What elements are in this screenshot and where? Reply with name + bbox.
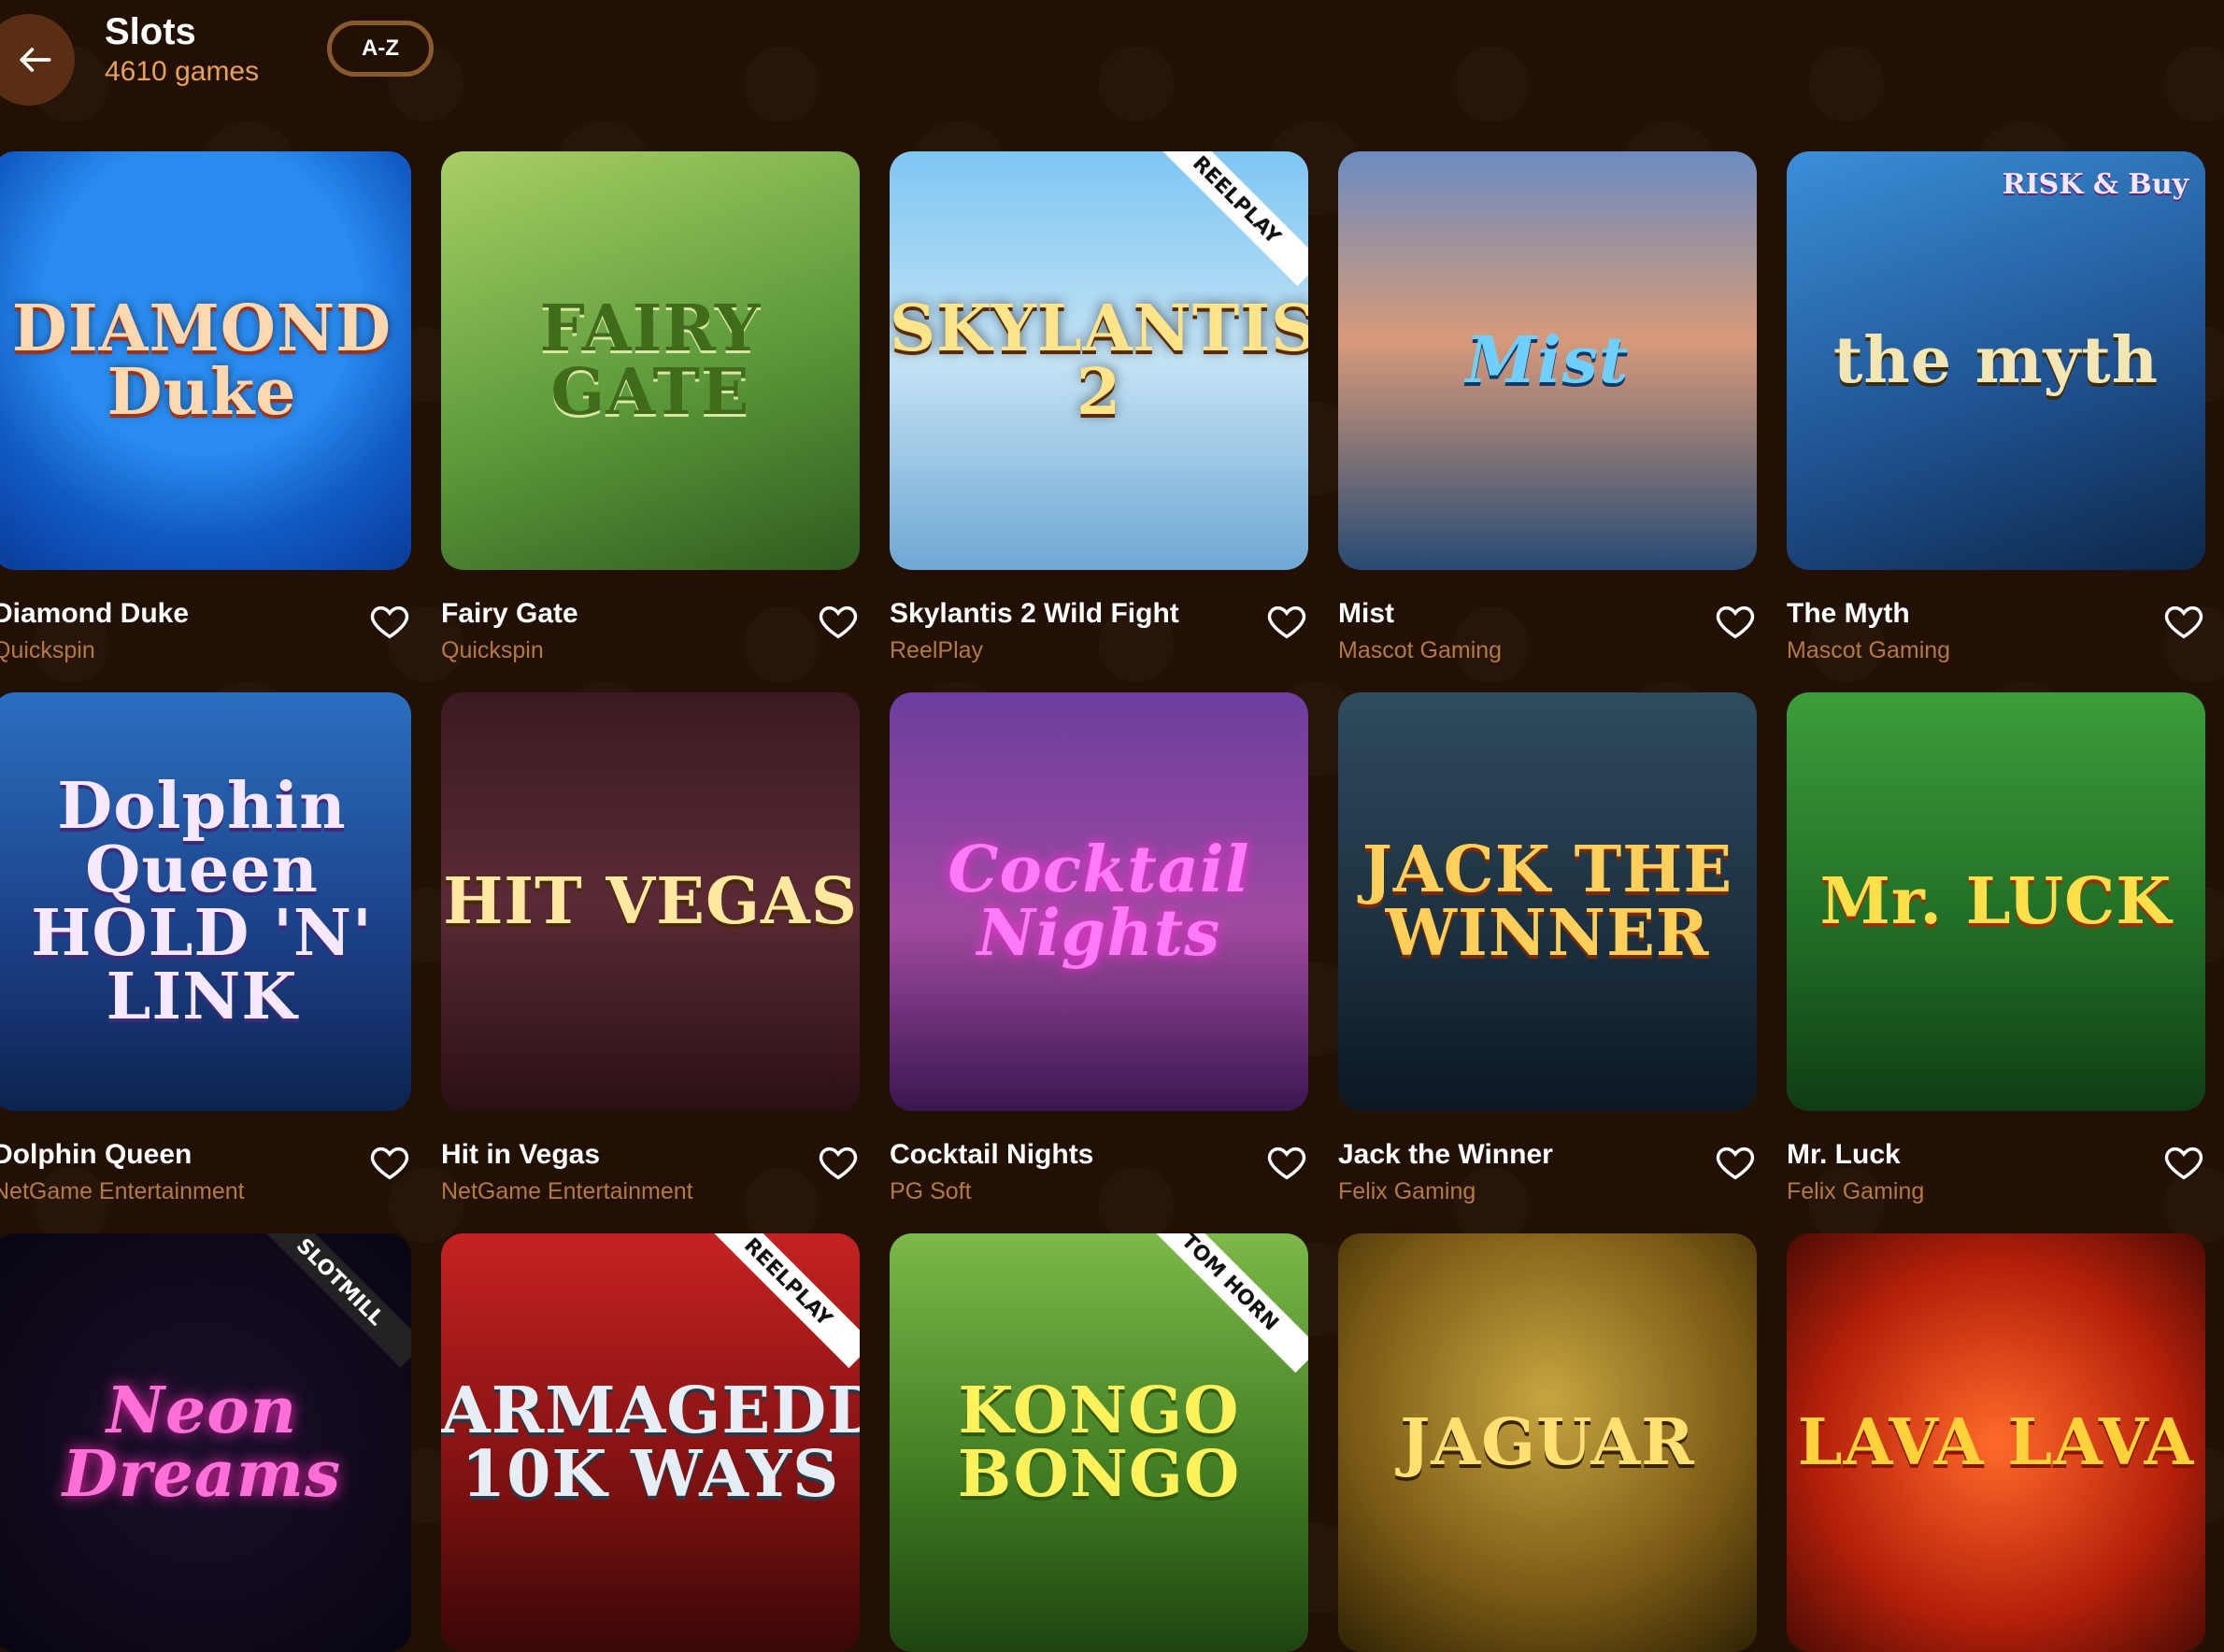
game-art-title: the myth [1832,323,2160,398]
game-thumbnail[interactable]: Neon Dreams SLOTMILL [0,1233,411,1652]
game-art-title: Dolphin Queen HOLD 'N' LINK [31,769,373,1034]
game-art-title: DIAMOND Duke [11,292,392,430]
game-art-title: Mr. LUCK [1819,864,2173,939]
heart-icon [2164,1146,2203,1180]
game-name[interactable]: Diamond Duke [0,598,189,630]
game-art-title: JACK THE WINNER [1361,833,1733,971]
game-provider: Quickspin [0,637,95,663]
favorite-button[interactable] [2162,600,2205,643]
game-provider: ReelPlay [890,637,984,663]
favorite-button[interactable] [2162,1141,2205,1184]
game-thumbnail[interactable]: HIT VEGAS [441,692,860,1111]
game-art-title: JAGUAR [1400,1405,1695,1480]
game-provider: Felix Gaming [1787,1178,1925,1204]
game-name[interactable]: Cocktail Nights [890,1139,1093,1171]
game-name[interactable]: Fairy Gate [441,598,578,630]
favorite-button[interactable] [1714,1141,1757,1184]
game-name[interactable]: Jack the Winner [1338,1139,1553,1171]
game-provider: Mascot Gaming [1338,637,1503,663]
game-thumbnail[interactable]: Cocktail Nights [890,692,1308,1111]
game-thumbnail[interactable]: KONGO BONGO TOM HORN [890,1233,1308,1652]
favorite-button[interactable] [368,1141,411,1184]
provider-badge: REELPLAY [1150,151,1308,287]
game-thumbnail[interactable]: JACK THE WINNER [1338,692,1757,1111]
heart-icon [1716,605,1755,639]
favorite-button[interactable] [817,1141,860,1184]
heart-icon [370,605,409,639]
game-thumbnail[interactable]: FAIRY GATE [441,151,860,570]
game-art-title: ARMAGEDDON 10K WAYS [441,1374,860,1512]
game-art-title: SKYLANTIS 2 [890,292,1308,430]
game-count: 4610 games [105,56,260,87]
game-name[interactable]: Mist [1338,598,1394,630]
game-art-title: LAVA LAVA [1797,1405,2195,1480]
heart-icon [370,1146,409,1180]
provider-badge: TOM HORN [1139,1233,1308,1373]
game-art-title: Neon Dreams [62,1374,342,1512]
game-art-title: KONGO BONGO [957,1374,1241,1512]
sort-az-button[interactable]: A-Z [327,21,434,77]
game-provider: PG Soft [890,1178,972,1204]
favorite-button[interactable] [1265,1141,1308,1184]
heart-icon [2164,605,2203,639]
game-provider: Mascot Gaming [1787,637,1951,663]
game-thumbnail[interactable]: Mist [1338,151,1757,570]
game-name[interactable]: Dolphin Queen [0,1139,192,1171]
favorite-button[interactable] [1714,600,1757,643]
provider-badge: SLOTMILL [254,1233,411,1368]
game-thumbnail[interactable]: SKYLANTIS 2 REELPLAY [890,151,1308,570]
heart-icon [819,605,858,639]
favorite-button[interactable] [817,600,860,643]
game-provider: NetGame Entertainment [0,1178,245,1204]
game-name[interactable]: Hit in Vegas [441,1139,600,1171]
game-art-title: HIT VEGAS [443,864,858,939]
game-name[interactable]: Skylantis 2 Wild Fight [890,598,1179,630]
game-thumbnail[interactable]: Dolphin Queen HOLD 'N' LINK [0,692,411,1111]
game-provider: Felix Gaming [1338,1178,1476,1204]
game-thumbnail[interactable]: DIAMOND Duke [0,151,411,570]
game-provider: NetGame Entertainment [441,1178,693,1204]
game-provider: Quickspin [441,637,544,663]
game-thumbnail[interactable]: ARMAGEDDON 10K WAYS REELPLAY [441,1233,860,1652]
risk-buy-badge: RISK & Buy [2002,168,2188,201]
game-art-title: FAIRY GATE [539,292,762,430]
heart-icon [1267,605,1306,639]
game-thumbnail[interactable]: JAGUAR [1338,1233,1757,1652]
favorite-button[interactable] [368,600,411,643]
page-title: Slots [105,11,196,52]
game-name[interactable]: The Myth [1787,598,1910,630]
heart-icon [1267,1146,1306,1180]
game-thumbnail[interactable]: LAVA LAVA [1787,1233,2205,1652]
game-thumbnail[interactable]: Mr. LUCK [1787,692,2205,1111]
heart-icon [1716,1146,1755,1180]
arrow-left-icon [20,48,51,72]
game-name[interactable]: Mr. Luck [1787,1139,1901,1171]
heart-icon [819,1146,858,1180]
provider-badge: REELPLAY [702,1233,860,1369]
game-art-title: Mist [1465,323,1630,398]
game-art-title: Cocktail Nights [948,833,1250,971]
favorite-button[interactable] [1265,600,1308,643]
game-thumbnail[interactable]: the myth RISK & Buy [1787,151,2205,570]
